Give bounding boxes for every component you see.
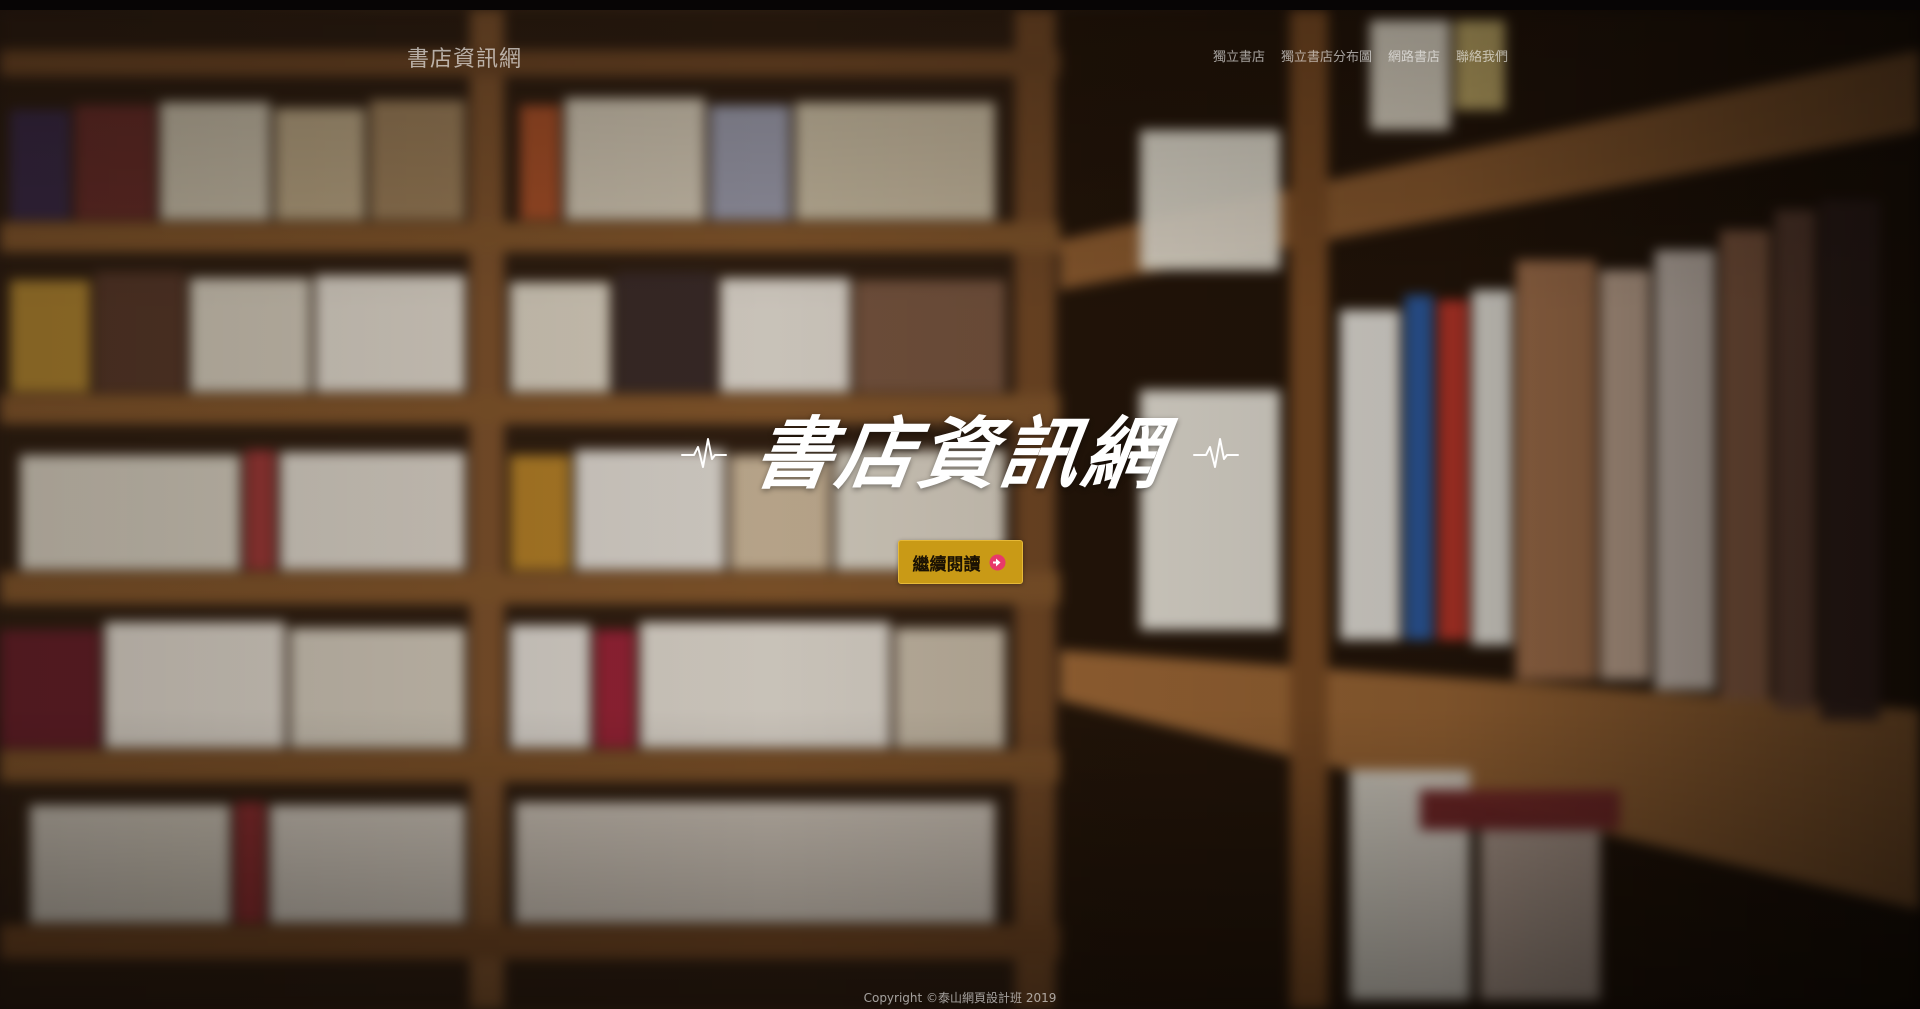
heartbeat-pulse-icon [1193, 438, 1239, 468]
nav-item: 獨立書店分布圖 [1281, 46, 1372, 65]
nav-link-bookstore-map[interactable]: 獨立書店分布圖 [1281, 50, 1372, 65]
top-strip [0, 0, 1920, 10]
hero-title-row: 書店資訊網 [0, 400, 1920, 510]
heartbeat-pulse-icon [680, 438, 727, 468]
hero-content: 書店資訊網 繼續閱讀 [0, 400, 1920, 584]
nav-menu: 獨立書店 獨立書店分布圖 網路書店 聯絡我們 [1213, 46, 1508, 65]
nav-item: 獨立書店 [1213, 46, 1265, 65]
hero-title: 書店資訊網 [748, 409, 1172, 500]
arrow-circle-right-icon [989, 554, 1005, 570]
nav-item: 聯絡我們 [1456, 46, 1508, 65]
nav-link-online-bookstores[interactable]: 網路書店 [1388, 50, 1440, 65]
page: 書店資訊網 獨立書店 獨立書店分布圖 網路書店 聯絡我們 書店資訊網 繼續閱讀 … [0, 0, 1920, 1009]
continue-reading-label: 繼續閱讀 [912, 554, 981, 575]
top-navbar: 書店資訊網 獨立書店 獨立書店分布圖 網路書店 聯絡我們 [0, 10, 1920, 94]
cta-wrapper: 繼續閱讀 [0, 510, 1920, 584]
footer: Copyright ©泰山網頁設計班 2019 [0, 987, 1920, 1009]
nav-link-contact-us[interactable]: 聯絡我們 [1456, 50, 1508, 65]
brand-logo-link[interactable]: 書店資訊網 [407, 41, 522, 73]
continue-reading-button[interactable]: 繼續閱讀 [897, 540, 1023, 584]
nav-link-independent-bookstores[interactable]: 獨立書店 [1213, 50, 1265, 65]
nav-item: 網路書店 [1388, 46, 1440, 65]
copyright-text: Copyright ©泰山網頁設計班 2019 [863, 991, 1057, 1005]
